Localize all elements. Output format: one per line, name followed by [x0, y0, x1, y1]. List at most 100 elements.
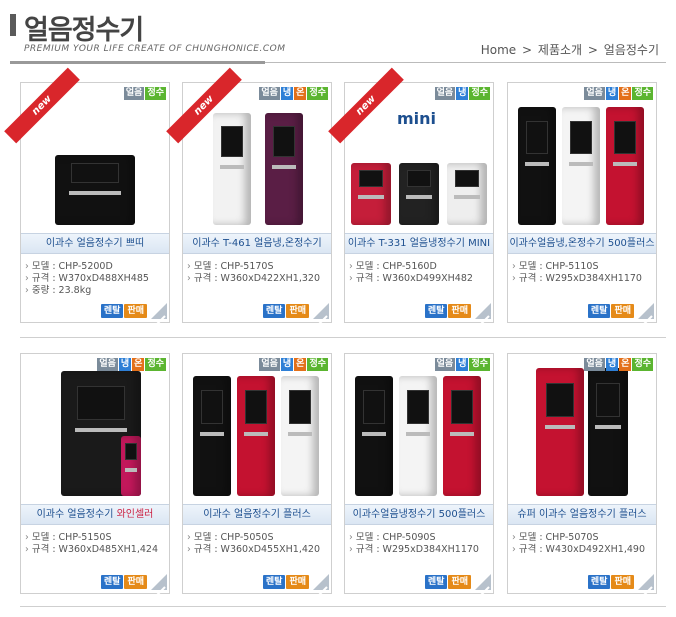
product-row: new얼음정수이과수 얼음정수기 쁘띠모델 : CHP-5200D규격 : W3…	[4, 67, 660, 327]
spec-line: 모델 : CHP-5170S	[187, 261, 331, 273]
feature-badge-pure: 정수	[632, 358, 653, 371]
page-curl-icon[interactable]	[313, 303, 329, 319]
card-actions: 렌탈 판매	[587, 303, 654, 319]
feature-badge-pure: 정수	[469, 87, 490, 100]
feature-badge-hot: 온	[294, 87, 307, 100]
product-card[interactable]: 얼음냉온정수이과수 얼음정수기 와인셀러모델 : CHP-5150S규격 : W…	[20, 353, 170, 594]
product-image[interactable]	[508, 83, 656, 233]
page-curl-icon[interactable]	[151, 303, 167, 319]
drip-tray	[544, 425, 576, 429]
water-purifier-unit	[518, 107, 556, 225]
sale-button[interactable]: 판매	[124, 304, 147, 318]
water-purifier-unit	[55, 155, 135, 225]
product-image[interactable]	[345, 354, 493, 504]
spec-line: 규격 : W360xD455XH1,420	[187, 544, 331, 556]
spec-line: 규격 : W430xD492XH1,490	[512, 544, 656, 556]
page-curl-icon[interactable]	[638, 574, 654, 590]
rent-button[interactable]: 렌탈	[424, 575, 448, 589]
dispenser-panel	[272, 126, 296, 157]
page-curl-icon[interactable]	[313, 574, 329, 590]
product-name[interactable]: 이과수얼음냉정수기 500플러스	[345, 504, 493, 525]
feature-badges: 얼음 냉 온 정수	[259, 87, 328, 100]
product-card[interactable]: 얼음냉온정수슈퍼 이과수 얼음정수기 플러스모델 : CHP-5070S규격 :…	[507, 353, 657, 594]
product-card[interactable]: new얼음냉온정수이과수 T-461 얼음냉,온정수기모델 : CHP-5170…	[166, 67, 332, 323]
feature-badges: 얼음 냉 온 정수	[584, 87, 653, 100]
spec-line: 중량 : 23.8kg	[25, 285, 169, 297]
product-card[interactable]: 얼음냉정수이과수얼음냉정수기 500플러스모델 : CHP-5090S규격 : …	[344, 353, 494, 594]
dispenser-panel	[455, 170, 479, 187]
feature-badge-cold: 냉	[118, 358, 132, 371]
feature-badge-ice: 얼음	[434, 87, 456, 100]
row-divider	[20, 606, 666, 607]
spec-line: 규격 : W295xD384XH1170	[349, 544, 493, 556]
page-curl-icon[interactable]	[475, 303, 491, 319]
page-curl-icon[interactable]	[638, 303, 654, 319]
spec-line: 규격 : W370xD488XH485	[25, 273, 169, 285]
spec-line: 규격 : W360xD422XH1,320	[187, 273, 331, 285]
spec-line: 규격 : W360xD499XH482	[349, 273, 493, 285]
product-name[interactable]: 이과수 얼음정수기 쁘띠	[21, 233, 169, 254]
sale-button[interactable]: 판매	[448, 304, 471, 318]
sale-button[interactable]: 판매	[448, 575, 471, 589]
feature-badge-ice: 얼음	[259, 87, 280, 100]
water-purifier-unit	[121, 436, 141, 496]
feature-badge-pure: 정수	[145, 358, 166, 371]
breadcrumb-home[interactable]: Home	[481, 43, 516, 57]
rent-button[interactable]: 렌탈	[100, 575, 124, 589]
sale-button[interactable]: 판매	[611, 575, 634, 589]
product-card[interactable]: 얼음냉온정수이과수얼음냉,온정수기 500플러스모델 : CHP-5110S규격…	[507, 82, 657, 323]
breadcrumb-separator: >	[587, 43, 598, 57]
product-name[interactable]: 이과수 얼음정수기 와인셀러	[21, 504, 169, 525]
drip-tray	[405, 432, 431, 436]
water-purifier-unit	[606, 107, 644, 225]
water-purifier-unit	[355, 376, 393, 496]
drip-tray	[69, 191, 121, 195]
product-name[interactable]: 이과수얼음냉,온정수기 500플러스	[508, 233, 656, 254]
sale-button[interactable]: 판매	[611, 304, 634, 318]
drip-tray	[287, 432, 313, 436]
feature-badge-hot: 온	[294, 358, 307, 371]
rent-button[interactable]: 렌탈	[424, 304, 448, 318]
drip-tray	[568, 162, 594, 166]
product-card[interactable]: 얼음냉온정수이과수 얼음정수기 플러스모델 : CHP-5050S규격 : W3…	[182, 353, 332, 594]
dispenser-panel	[569, 121, 593, 154]
feature-badges: 얼음 냉 온 정수	[584, 358, 653, 371]
product-card[interactable]: new얼음정수이과수 얼음정수기 쁘띠모델 : CHP-5200D규격 : W3…	[4, 67, 170, 323]
drip-tray	[361, 432, 387, 436]
page-curl-icon[interactable]	[475, 574, 491, 590]
feature-badge-hot: 온	[619, 87, 632, 100]
product-card[interactable]: mininew얼음냉정수이과수 T-331 얼음냉정수기 MINI모델 : CH…	[328, 67, 494, 323]
drip-tray	[219, 165, 245, 169]
rent-button[interactable]: 렌탈	[262, 304, 286, 318]
spec-line: 규격 : W295xD384XH1170	[512, 273, 656, 285]
product-specs: 모델 : CHP-5150S규격 : W360xD485XH1,424	[25, 532, 169, 556]
product-specs: 모델 : CHP-5200D규격 : W370xD488XH485중량 : 23…	[25, 261, 169, 297]
water-purifier-unit	[536, 368, 584, 496]
drip-tray	[243, 432, 269, 436]
product-name[interactable]: 이과수 T-461 얼음냉,온정수기	[183, 233, 331, 254]
product-name[interactable]: 이과수 T-331 얼음냉정수기 MINI	[345, 233, 493, 254]
product-name[interactable]: 슈퍼 이과수 얼음정수기 플러스	[508, 504, 656, 525]
sale-button[interactable]: 판매	[286, 304, 309, 318]
dispenser-panel	[71, 163, 119, 183]
product-image[interactable]	[183, 354, 331, 504]
feature-badge-pure: 정수	[145, 87, 166, 100]
water-purifier-unit	[443, 376, 481, 496]
card-actions: 렌탈 판매	[262, 574, 329, 590]
sale-button[interactable]: 판매	[124, 575, 147, 589]
rent-button[interactable]: 렌탈	[262, 575, 286, 589]
page-curl-icon[interactable]	[151, 574, 167, 590]
rent-button[interactable]: 렌탈	[587, 304, 611, 318]
product-image[interactable]	[508, 354, 656, 504]
breadcrumb-products[interactable]: 제품소개	[538, 43, 582, 57]
product-name[interactable]: 이과수 얼음정수기 플러스	[183, 504, 331, 525]
product-image[interactable]	[21, 354, 169, 504]
rent-button[interactable]: 렌탈	[100, 304, 124, 318]
card-actions: 렌탈 판매	[424, 303, 491, 319]
sale-button[interactable]: 판매	[286, 575, 309, 589]
header-divider-accent	[10, 61, 265, 64]
dispenser-panel	[125, 443, 137, 460]
rent-button[interactable]: 렌탈	[587, 575, 611, 589]
product-specs: 모델 : CHP-5070S규격 : W430xD492XH1,490	[512, 532, 656, 556]
feature-badge-ice: 얼음	[434, 358, 456, 371]
